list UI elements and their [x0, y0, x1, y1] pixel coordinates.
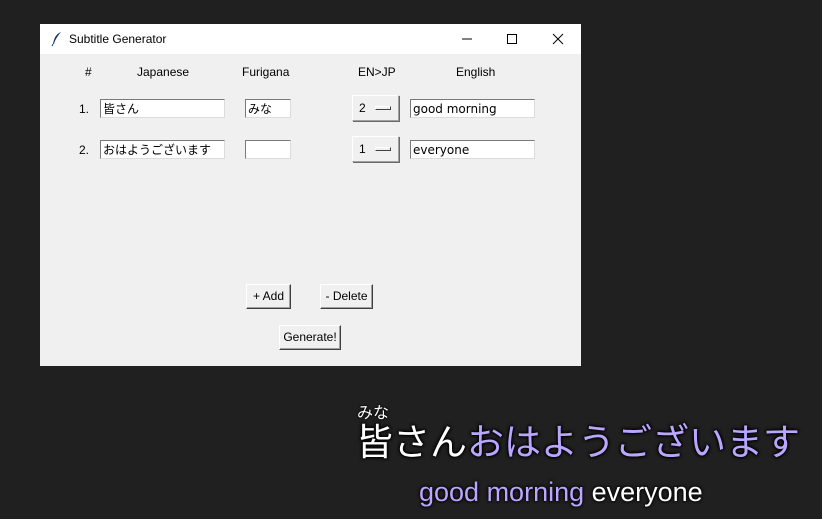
- enjp-select[interactable]: 1: [352, 136, 399, 162]
- japanese-subtitle-line: 皆さんおはようございます: [356, 420, 800, 466]
- title-bar[interactable]: Subtitle Generator: [40, 24, 581, 54]
- app-window: Subtitle Generator # Japanese Furigana E…: [40, 24, 581, 366]
- dropdown-indicator-icon: [375, 147, 391, 151]
- feather-icon: [51, 32, 61, 47]
- furigana-input[interactable]: みな: [245, 99, 291, 118]
- furigana-text: みな: [357, 403, 390, 422]
- english-subtitle-line: good morning everyone: [419, 474, 703, 510]
- english-input[interactable]: good morning: [410, 99, 535, 118]
- english-subtitle-part: everyone: [584, 477, 703, 507]
- maximize-button[interactable]: [489, 24, 535, 54]
- minimize-icon: [462, 38, 472, 40]
- header-english: English: [456, 65, 496, 79]
- window-title: Subtitle Generator: [69, 32, 167, 46]
- header-furigana: Furigana: [242, 65, 290, 79]
- header-japanese: Japanese: [137, 65, 190, 79]
- japanese-input[interactable]: おはようございます: [100, 140, 225, 159]
- enjp-value: 1: [359, 142, 366, 156]
- close-button[interactable]: [535, 24, 581, 54]
- add-button[interactable]: + Add: [246, 284, 291, 309]
- generate-button[interactable]: Generate!: [279, 325, 341, 350]
- dropdown-indicator-icon: [375, 106, 391, 110]
- japanese-subtitle-part: 皆さん: [356, 421, 467, 464]
- japanese-subtitle-part: おはようございます: [467, 421, 800, 464]
- delete-button[interactable]: - Delete: [320, 284, 373, 309]
- enjp-value: 2: [359, 101, 366, 115]
- close-icon: [552, 33, 564, 45]
- row-number: 2.: [79, 143, 90, 157]
- english-input[interactable]: everyone: [410, 140, 535, 159]
- maximize-icon: [507, 34, 517, 44]
- header-enjp: EN>JP: [358, 65, 396, 79]
- english-subtitle-part: good morning: [419, 477, 585, 507]
- japanese-input[interactable]: 皆さん: [100, 99, 225, 118]
- header-number: #: [85, 65, 92, 79]
- furigana-input[interactable]: [245, 140, 291, 159]
- row-number: 1.: [79, 102, 90, 116]
- enjp-select[interactable]: 2: [352, 95, 399, 121]
- minimize-button[interactable]: [444, 24, 490, 54]
